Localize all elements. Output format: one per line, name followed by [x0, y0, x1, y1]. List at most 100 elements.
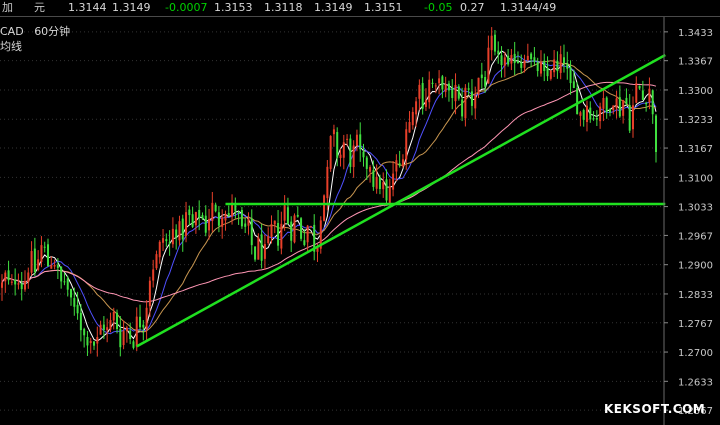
candle — [188, 205, 191, 226]
candle-body — [336, 132, 339, 158]
candle-body — [392, 173, 395, 190]
candle-body — [99, 324, 102, 335]
y-tick-label: 1.3233 — [678, 115, 713, 126]
candle-body — [447, 83, 450, 91]
candle-body — [625, 97, 628, 104]
candle — [53, 259, 56, 270]
candle-body — [283, 205, 286, 221]
price-change: -0.0007 — [165, 1, 208, 14]
candle — [398, 150, 401, 168]
candle-body — [441, 76, 444, 90]
candle-body — [477, 77, 480, 95]
candle — [204, 205, 207, 237]
candle-body — [214, 204, 217, 212]
candle — [178, 215, 181, 246]
moving-average-line — [1, 55, 657, 335]
candle — [497, 41, 500, 64]
candle-body — [60, 266, 63, 282]
candle — [132, 339, 135, 350]
candle — [227, 205, 230, 218]
candle-body — [648, 88, 651, 103]
candle — [655, 114, 657, 163]
candle-body — [451, 87, 454, 99]
candles — [1, 27, 657, 357]
candle-body — [576, 88, 579, 115]
candle — [247, 212, 250, 235]
y-tick-label: 1.3300 — [678, 86, 713, 97]
candle — [582, 108, 585, 127]
candle — [530, 52, 533, 68]
chart-symbol-code: CAD — [0, 25, 24, 38]
candle — [30, 241, 33, 276]
candle — [83, 327, 86, 348]
candle — [280, 211, 283, 255]
candle-body — [194, 212, 197, 226]
candle-body — [76, 304, 79, 314]
candle-body — [309, 226, 312, 228]
candle-body — [280, 223, 283, 249]
candle — [293, 213, 296, 244]
candle-body — [408, 122, 411, 133]
candle-body — [89, 340, 92, 344]
candle — [273, 220, 276, 234]
candle-body — [618, 97, 621, 117]
candle — [7, 260, 10, 285]
candle — [175, 224, 178, 250]
candle-body — [378, 177, 381, 190]
candle — [608, 108, 611, 117]
y-tick-label: 1.2633 — [678, 377, 713, 388]
candle-body — [474, 95, 477, 109]
candle-body — [306, 225, 309, 243]
candle — [461, 87, 464, 122]
y-tick-label: 1.3167 — [678, 144, 713, 155]
candlestick-chart[interactable]: 1.35101.34331.33671.33001.32331.31671.31… — [0, 17, 720, 425]
candle-body — [592, 118, 595, 120]
trendlines[interactable] — [136, 53, 666, 348]
candle — [503, 51, 506, 78]
candle-body — [585, 105, 588, 122]
candle-body — [342, 142, 345, 158]
prev-close: 1.3151 — [364, 1, 403, 14]
candle-body — [352, 145, 355, 168]
candle-body — [329, 136, 332, 169]
candle-body — [50, 265, 53, 269]
candle — [359, 122, 362, 162]
candle — [631, 96, 634, 138]
candle-body — [444, 84, 447, 92]
candle-body — [300, 218, 303, 239]
candle-body — [516, 61, 519, 63]
candle — [125, 325, 128, 343]
candle-body — [490, 35, 493, 51]
high-price: 1.3149 — [314, 1, 353, 14]
candle — [405, 121, 408, 170]
candle-body — [27, 272, 30, 283]
candle-body — [500, 55, 503, 66]
candle — [546, 56, 549, 82]
candle — [267, 227, 270, 245]
candle — [385, 169, 388, 205]
candle-body — [293, 215, 296, 243]
trendline[interactable] — [136, 53, 666, 348]
price-axis[interactable]: 1.35101.34331.33671.33001.32331.31671.31… — [664, 17, 713, 417]
candle-body — [286, 207, 289, 224]
candle — [447, 80, 450, 102]
candle-body — [546, 67, 549, 77]
candle-body — [96, 337, 99, 344]
candle-body — [536, 62, 539, 72]
candle-body — [178, 221, 181, 241]
candle — [1, 274, 3, 301]
candle-body — [263, 244, 266, 259]
candle — [116, 309, 119, 334]
candle-body — [582, 110, 585, 120]
candle — [313, 214, 316, 261]
candle-body — [122, 330, 125, 346]
y-tick-label: 1.3033 — [678, 203, 713, 214]
candle — [309, 226, 312, 228]
candle-body — [326, 166, 329, 199]
candle — [566, 51, 569, 80]
y-tick-label: 1.2900 — [678, 261, 713, 272]
candle-body — [615, 98, 618, 109]
candle-body — [227, 213, 230, 217]
candle — [20, 271, 23, 301]
candle — [60, 266, 63, 289]
